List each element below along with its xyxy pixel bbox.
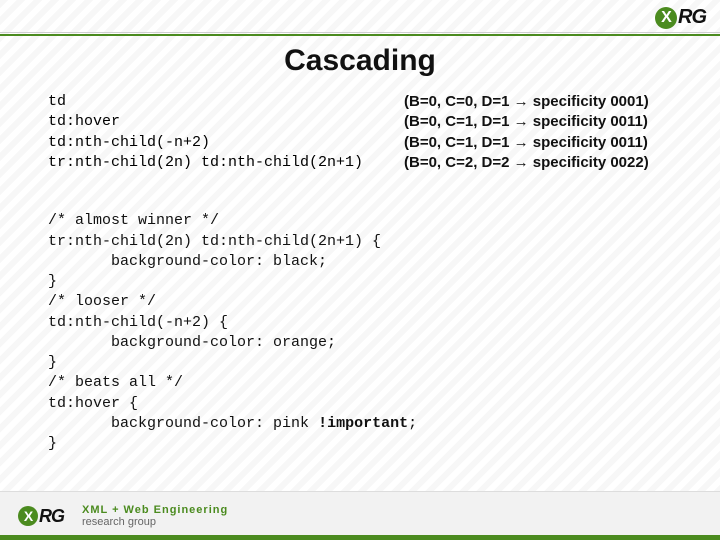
footer: XRG XML + Web Engineering research group [0, 491, 720, 540]
code-line: td:nth-child(-n+2) { [48, 314, 228, 331]
header-logo: XRG [655, 6, 706, 29]
specificity-text: (B=0, C=0, D=1 → specificity 0001) [404, 92, 649, 112]
specificity-text: (B=0, C=2, D=2 → specificity 0022) [404, 153, 649, 173]
code-comment: /* looser */ [48, 293, 156, 310]
specificity-row: tr:nth-child(2n) td:nth-child(2n+1) (B=0… [48, 153, 696, 173]
footer-sublogo: XML + Web Engineering research group [82, 504, 228, 528]
header-separator [0, 32, 720, 36]
selector-text: td:nth-child(-n+2) [48, 133, 388, 153]
code-block: /* almost winner */ tr:nth-child(2n) td:… [48, 191, 696, 475]
code-line: } [48, 273, 57, 290]
code-line: background-color: pink !important; [48, 415, 417, 432]
slide: XRG Cascading td (B=0, C=0, D=1 → specif… [0, 0, 720, 540]
code-comment: /* almost winner */ [48, 212, 219, 229]
footer-accent-bar [0, 535, 720, 540]
code-line: td:hover { [48, 395, 138, 412]
specificity-text: (B=0, C=1, D=1 → specificity 0011) [404, 112, 648, 132]
code-line: } [48, 435, 57, 452]
specificity-row: td (B=0, C=0, D=1 → specificity 0001) [48, 92, 696, 112]
footer-sublogo-top: XML + Web Engineering [82, 504, 228, 516]
slide-body: td (B=0, C=0, D=1 → specificity 0001) td… [48, 92, 696, 475]
code-line: } [48, 354, 57, 371]
specificity-row: td:hover (B=0, C=1, D=1 → specificity 00… [48, 112, 696, 132]
logo-mark-icon: X [18, 506, 38, 526]
important-keyword: !important [318, 415, 408, 432]
specificity-text: (B=0, C=1, D=1 → specificity 0011) [404, 133, 648, 153]
slide-title: Cascading [0, 44, 720, 78]
logo-text: RG [39, 506, 64, 527]
code-line: background-color: orange; [48, 334, 336, 351]
selector-text: td [48, 92, 388, 112]
footer-sublogo-bottom: research group [82, 516, 228, 528]
logo-text: RG [678, 6, 706, 29]
logo-mark-icon: X [655, 7, 677, 29]
code-comment: /* beats all */ [48, 374, 183, 391]
specificity-row: td:nth-child(-n+2) (B=0, C=1, D=1 → spec… [48, 133, 696, 153]
selector-text: td:hover [48, 112, 388, 132]
code-line: background-color: black; [48, 253, 327, 270]
code-line: tr:nth-child(2n) td:nth-child(2n+1) { [48, 233, 381, 250]
selector-text: tr:nth-child(2n) td:nth-child(2n+1) [48, 153, 388, 173]
footer-logo: XRG [18, 506, 64, 527]
